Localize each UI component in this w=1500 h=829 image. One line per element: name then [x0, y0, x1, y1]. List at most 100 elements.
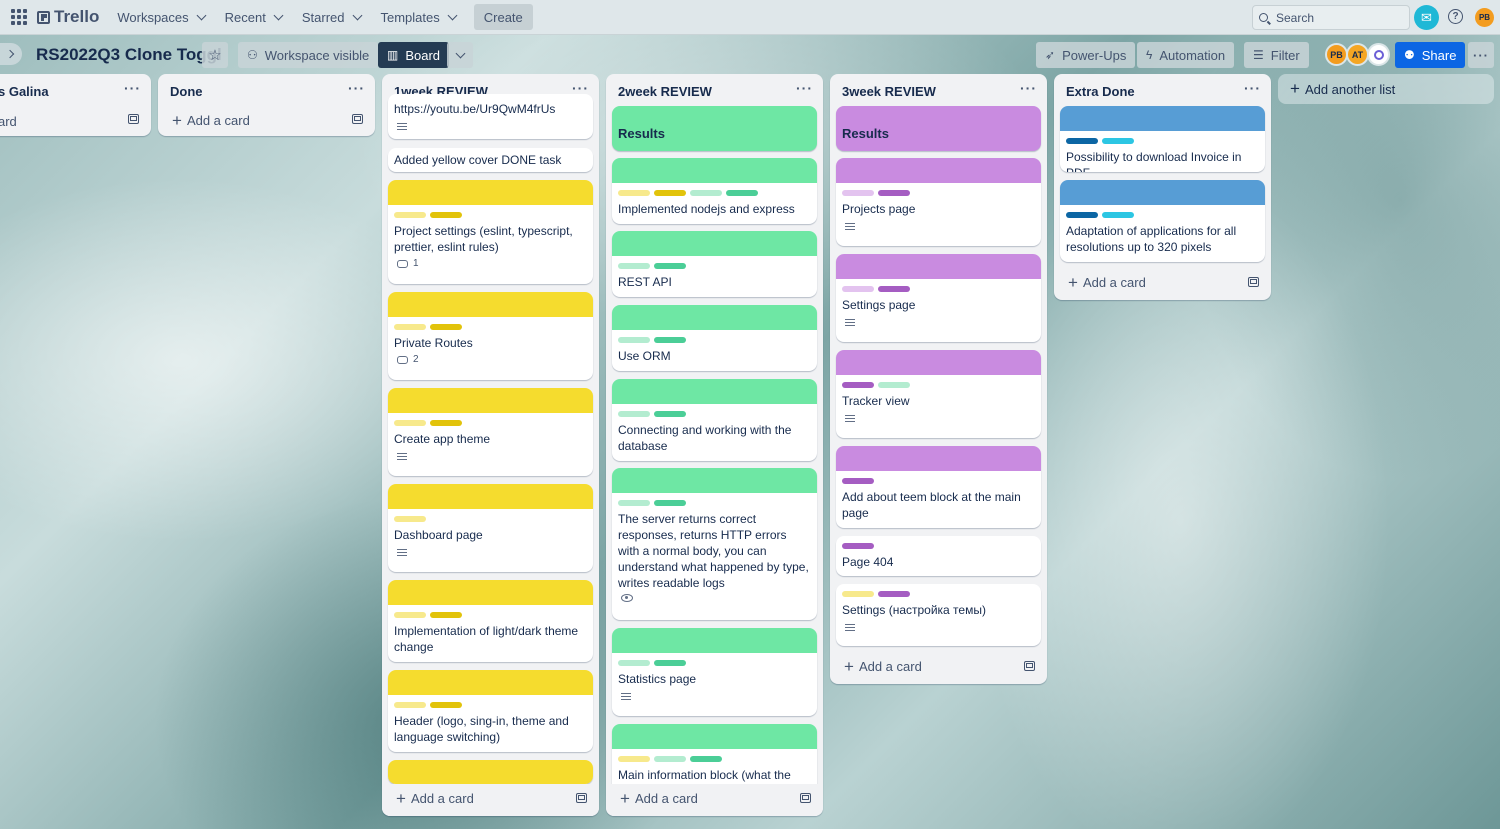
sidebar-expand-button[interactable]	[0, 43, 22, 65]
card-title: Implemented nodejs and express	[618, 202, 795, 216]
board-title[interactable]: RS2022Q3 Clone Toggl	[36, 45, 222, 65]
list-menu-button[interactable]: ···	[348, 80, 365, 96]
card[interactable]: Header (logo, sing-in, theme and languag…	[388, 670, 593, 752]
card[interactable]: Projects page	[836, 158, 1041, 246]
member-avatar[interactable]	[1367, 43, 1390, 66]
list-menu-button[interactable]: ···	[1020, 80, 1037, 96]
automation-button[interactable]: ϟ Automation	[1137, 42, 1235, 68]
card-label	[618, 500, 650, 506]
recent-menu[interactable]: Recent	[217, 4, 290, 30]
card[interactable]: Statistics page	[612, 628, 817, 716]
powerups-button[interactable]: ➶ Power-Ups	[1036, 42, 1136, 68]
card[interactable]: The server returns correct responses, re…	[612, 468, 817, 620]
card-title: Results	[618, 126, 665, 141]
card[interactable]: Possibility to download Invoice in PDF	[1060, 106, 1265, 172]
help-button[interactable]: ?	[1448, 9, 1463, 24]
list-title[interactable]: 3week REVIEW	[842, 84, 936, 99]
card-label	[430, 612, 462, 618]
plus-icon: +	[172, 111, 182, 130]
list-3week-review: 3week REVIEW ··· Results Projects page S…	[830, 74, 1047, 684]
template-icon[interactable]	[128, 114, 139, 124]
template-icon[interactable]	[800, 793, 811, 803]
card[interactable]: Private Routes 2	[388, 292, 593, 380]
add-card-button[interactable]: + Add a card	[172, 112, 250, 129]
card[interactable]: Added yellow cover DONE task	[388, 148, 593, 172]
lightning-icon: ϟ	[1146, 48, 1153, 62]
star-icon: ☆	[208, 47, 222, 64]
star-button[interactable]: ☆	[202, 42, 228, 68]
card-label	[430, 212, 462, 218]
card[interactable]: Use ORM	[612, 305, 817, 371]
chevron-right-icon	[5, 49, 15, 59]
board-view-button[interactable]: ▥ Board	[378, 42, 450, 68]
card[interactable]: Connecting and working with the database	[612, 379, 817, 461]
card[interactable]: Settings page	[836, 254, 1041, 342]
card-title: Projects page	[842, 202, 916, 216]
card-title: Statistics page	[618, 672, 697, 686]
add-card-button[interactable]: ard	[0, 114, 17, 129]
workspaces-menu[interactable]: Workspaces	[109, 4, 212, 30]
add-card-button[interactable]: + Add a card	[1068, 274, 1146, 291]
card[interactable]: Create app theme	[388, 388, 593, 476]
trello-logo[interactable]: Trello	[37, 7, 99, 27]
list-title[interactable]: s Galina	[0, 84, 49, 99]
board-menu-button[interactable]: ···	[1468, 42, 1494, 68]
app-switcher-icon[interactable]	[11, 8, 29, 26]
list-title[interactable]: 2week REVIEW	[618, 84, 712, 99]
visibility-button[interactable]: ⚇ Workspace visible	[238, 42, 379, 68]
card-title: https://youtu.be/Ur9QwM4frUs	[394, 102, 556, 116]
card[interactable]: Tracker view	[836, 350, 1041, 438]
template-icon[interactable]	[1248, 277, 1259, 287]
member-avatar[interactable]: AT	[1346, 43, 1369, 66]
template-icon[interactable]	[352, 114, 363, 124]
template-icon[interactable]	[1024, 661, 1035, 671]
card-label	[394, 212, 426, 218]
add-card-button[interactable]: + Add a card	[844, 658, 922, 675]
card-title: Page 404	[842, 555, 894, 569]
card-label	[430, 324, 462, 330]
list-menu-button[interactable]: ···	[1244, 80, 1261, 96]
card[interactable]: Adaptation of applications for all resol…	[1060, 180, 1265, 262]
list-title[interactable]: Done	[170, 84, 203, 99]
card-label	[618, 411, 650, 417]
list-menu-button[interactable]: ···	[124, 80, 141, 96]
share-button[interactable]: ⚉ Share	[1395, 42, 1466, 68]
card-label	[618, 337, 650, 343]
member-avatar[interactable]: PB	[1325, 43, 1348, 66]
comment-count: 2	[413, 354, 419, 365]
template-icon[interactable]	[576, 793, 587, 803]
card-label	[394, 420, 426, 426]
card[interactable]: Implemented nodejs and express	[612, 158, 817, 224]
list-title[interactable]: Extra Done	[1066, 84, 1135, 99]
notifications-button[interactable]: ✉	[1414, 5, 1439, 30]
card[interactable]: Project settings (eslint, typescript, pr…	[388, 180, 593, 284]
starred-menu[interactable]: Starred	[294, 4, 369, 30]
create-button[interactable]: Create	[473, 4, 533, 30]
card[interactable]: Results	[612, 106, 817, 151]
card[interactable]: Implementation of light/dark theme chang…	[388, 580, 593, 662]
card[interactable]: https://youtu.be/Ur9QwM4frUs	[388, 94, 593, 139]
templates-menu[interactable]: Templates	[373, 4, 464, 30]
card[interactable]	[388, 760, 593, 784]
card-cover	[836, 350, 1041, 375]
card-title: Results	[842, 126, 889, 141]
card[interactable]: Page 404	[836, 536, 1041, 576]
add-card-button[interactable]: + Add a card	[620, 790, 698, 807]
card-label	[1102, 212, 1134, 218]
search-input[interactable]: Search	[1252, 5, 1410, 30]
account-avatar[interactable]: PB	[1475, 8, 1494, 27]
filter-button[interactable]: ☰ Filter	[1244, 42, 1309, 68]
card[interactable]: Dashboard page	[388, 484, 593, 572]
views-dropdown-button[interactable]	[447, 42, 473, 68]
card[interactable]: Results	[836, 106, 1041, 151]
card-label	[1066, 138, 1098, 144]
card-label	[842, 190, 874, 196]
add-list-button[interactable]: + Add another list	[1278, 74, 1494, 104]
add-card-button[interactable]: + Add a card	[396, 790, 474, 807]
card-label	[654, 337, 686, 343]
card[interactable]: Add about teem block at the main page	[836, 446, 1041, 528]
card[interactable]: Settings (настройка темы)	[836, 584, 1041, 646]
list-menu-button[interactable]: ···	[796, 80, 813, 96]
megaphone-icon: ✉	[1421, 9, 1432, 25]
card[interactable]: REST API	[612, 231, 817, 297]
